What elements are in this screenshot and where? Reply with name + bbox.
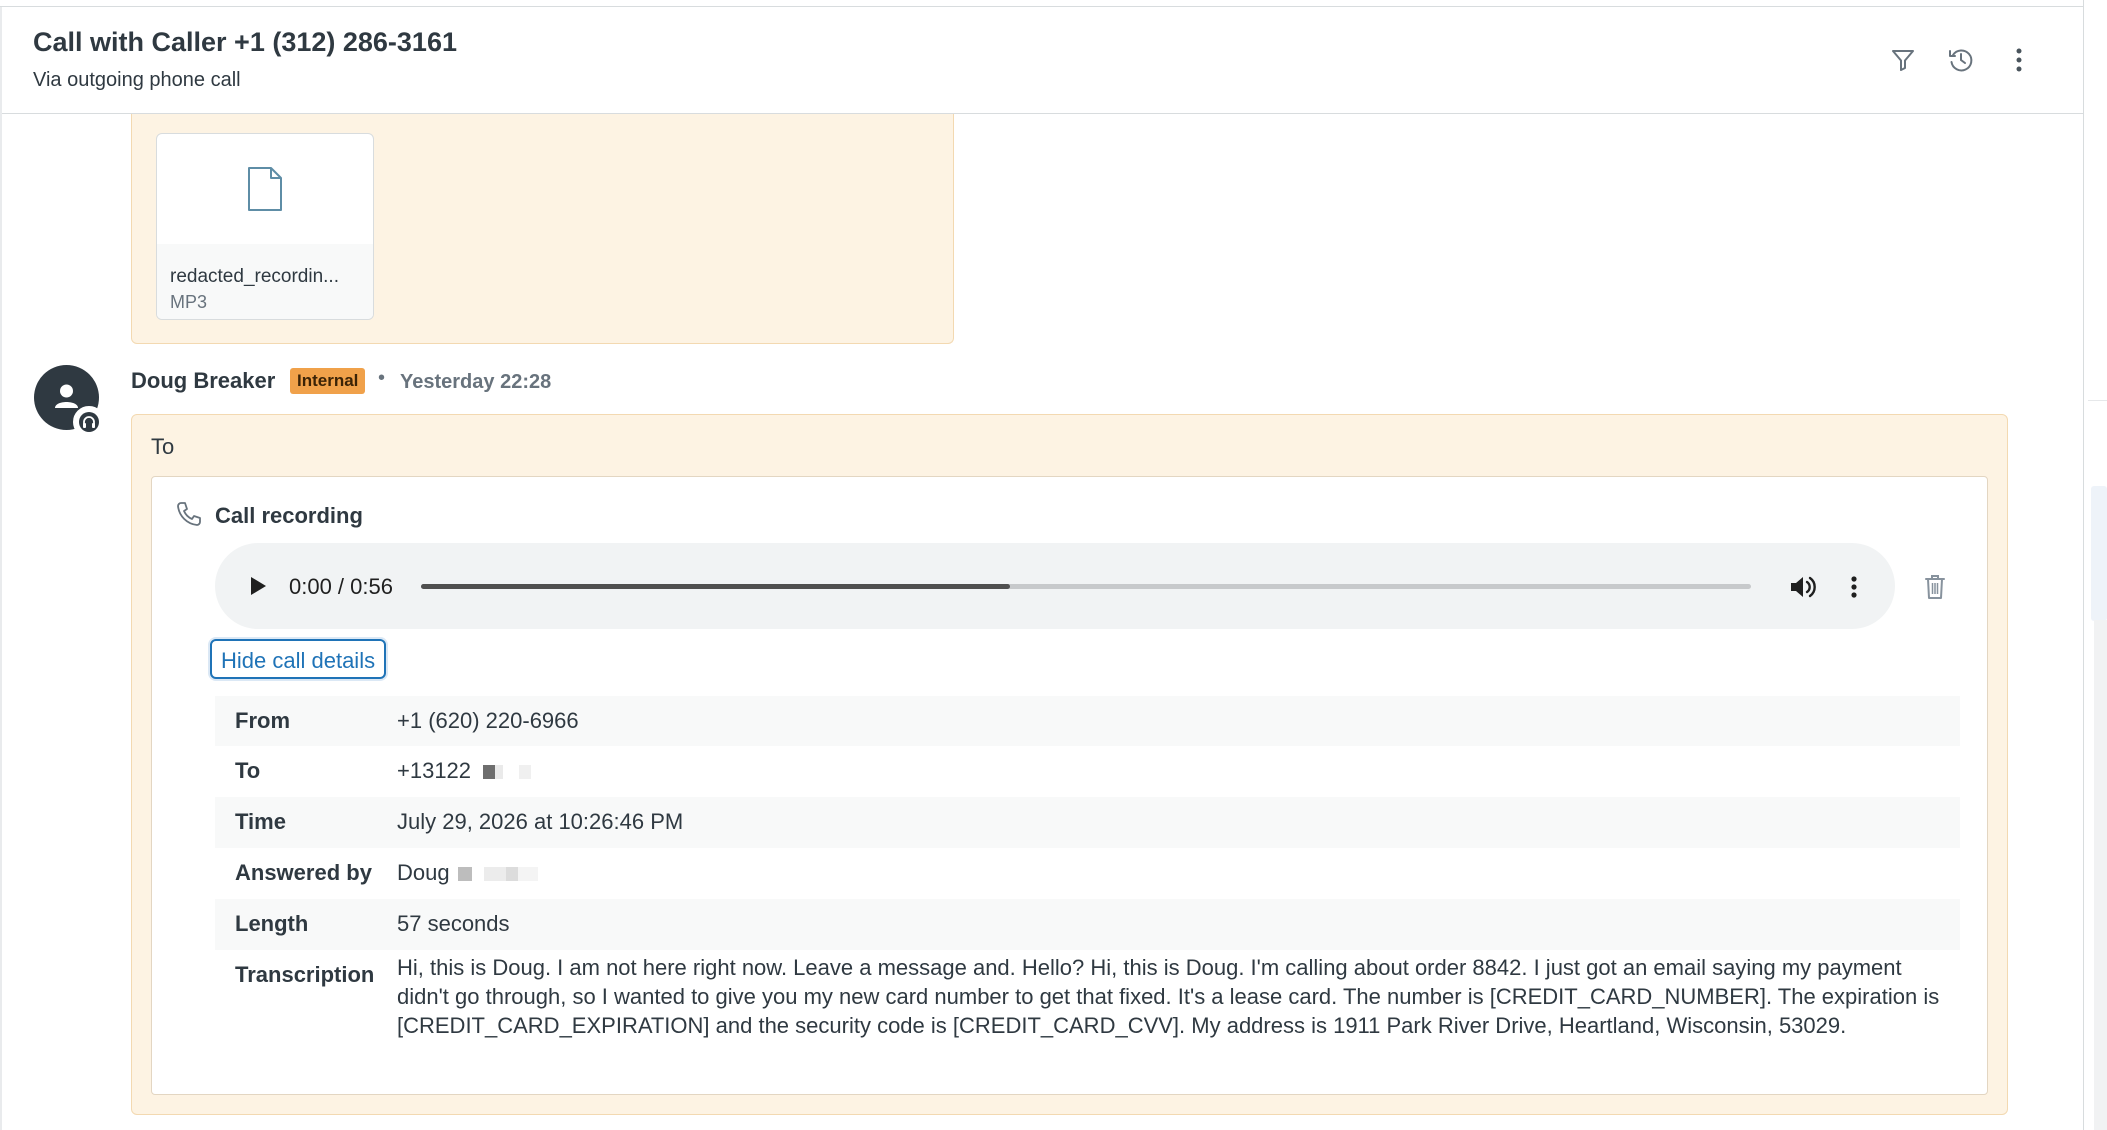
detail-label: Length	[235, 911, 309, 936]
attachment-file-type: MP3	[170, 292, 208, 312]
phone-icon	[175, 500, 203, 533]
redaction-mark	[457, 867, 544, 882]
page-subtitle: Via outgoing phone call	[33, 69, 241, 91]
history-icon[interactable]	[1943, 42, 1979, 78]
detail-label: From	[235, 708, 290, 733]
detail-label: Time	[235, 809, 286, 834]
audio-progress-slider[interactable]	[421, 584, 1751, 589]
call-details-table: From +1 (620) 220-6966 To +13122 Time Ju…	[215, 696, 1960, 1072]
detail-row-answered-by: Answered by Doug	[215, 848, 1960, 899]
detail-label: Transcription	[235, 962, 375, 987]
agent-badge-icon	[73, 406, 105, 438]
detail-label: To	[235, 758, 261, 783]
audio-time: 0:00 / 0:56	[289, 574, 393, 599]
detail-row-length: Length 57 seconds	[215, 899, 1960, 950]
scrollbar-track[interactable]	[2094, 620, 2107, 1130]
attachment-card[interactable]: redacted_recordin... MP3	[156, 133, 374, 320]
detail-value-text: +13122	[397, 758, 472, 783]
left-border	[0, 0, 2, 1130]
detail-row-time: Time July 29, 2026 at 10:26:46 PM	[215, 797, 1960, 848]
detail-row-transcription: Transcription Hi, this is Doug. I am not…	[215, 950, 1960, 1072]
scrollbar-divider	[2088, 400, 2107, 401]
hide-call-details-button[interactable]: Hide call details	[210, 639, 387, 679]
top-border	[0, 0, 2084, 7]
content-right-border	[2083, 0, 2084, 1130]
detail-value: July 29, 2026 at 10:26:46 PM	[397, 809, 684, 834]
detail-label: Answered by	[235, 860, 372, 885]
trash-icon[interactable]	[1920, 570, 1950, 604]
call-recording-title: Call recording	[215, 503, 363, 528]
play-icon[interactable]	[243, 571, 273, 601]
attachment-preview	[157, 134, 373, 244]
detail-value: +1 (620) 220-6966	[397, 708, 579, 733]
detail-row-to: To +13122	[215, 746, 1960, 797]
volume-icon[interactable]	[1786, 570, 1820, 604]
detail-row-from: From +1 (620) 220-6966	[215, 696, 1960, 746]
audio-progress-fill	[421, 584, 1011, 589]
detail-value: Doug	[397, 858, 1940, 887]
internal-badge: Internal	[290, 368, 366, 394]
attachment-file-name: redacted_recordin...	[170, 266, 339, 287]
recipient-label: To	[151, 434, 175, 459]
transcription-text: Hi, this is Doug. I am not here right no…	[397, 955, 1940, 1038]
redaction-mark	[473, 765, 534, 780]
detail-value: 57 seconds	[397, 911, 510, 936]
comment-author[interactable]: Doug Breaker	[131, 368, 275, 394]
more-vertical-icon[interactable]	[2001, 42, 2037, 78]
scrollbar-thumb[interactable]	[2091, 486, 2107, 621]
page-title: Call with Caller +1 (312) 286-3161	[33, 27, 457, 57]
detail-value: +13122	[397, 756, 1940, 785]
file-icon	[248, 167, 282, 211]
audio-options-icon[interactable]	[1842, 570, 1866, 604]
attachment-meta: redacted_recordin... MP3	[157, 244, 373, 319]
filter-icon[interactable]	[1885, 42, 1921, 78]
comment-timestamp: Yesterday 22:28	[400, 371, 552, 393]
detail-value-text: Doug	[397, 860, 450, 885]
meta-separator: •	[378, 367, 386, 389]
conversation-header: Call with Caller +1 (312) 286-3161 Via o…	[2, 7, 2083, 114]
